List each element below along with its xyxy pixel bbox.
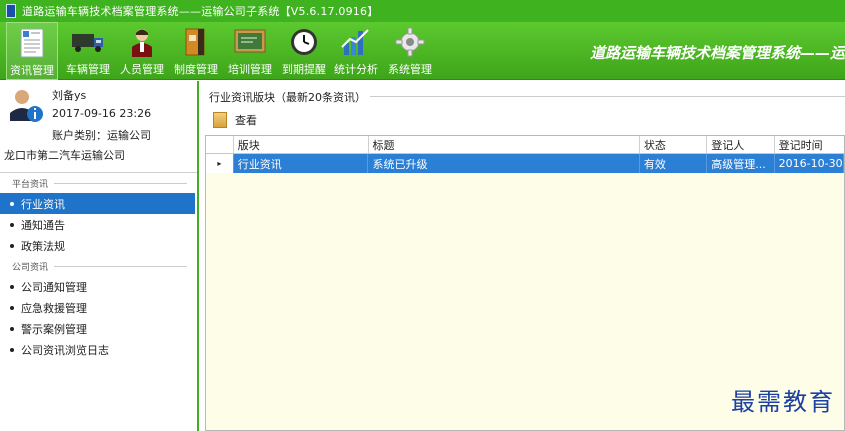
login-time: 2017-09-16 23:26 xyxy=(52,107,152,120)
toolbar-regulation-management[interactable]: 制度管理 xyxy=(170,22,222,80)
group-title: 行业资讯版块（最新20条资讯） xyxy=(209,89,370,105)
view-icon xyxy=(213,112,227,128)
toolbar-label: 系统管理 xyxy=(388,63,432,76)
title-bar: 道路运输车辆技术档案管理系统——运输公司子系统【V5.6.17.0916】 xyxy=(0,0,845,22)
toolbar-statistics[interactable]: 统计分析 xyxy=(330,22,382,80)
toolbar-label: 统计分析 xyxy=(334,63,378,76)
main-content: 行业资讯版块（最新20条资讯） 查看 版块 标题 状态 登记人 登记时间 ▸ 行… xyxy=(201,81,845,431)
bullet-icon xyxy=(10,201,14,206)
person-icon xyxy=(125,26,159,58)
bullet-icon xyxy=(10,243,14,248)
cell-time: 2016-10-30 xyxy=(775,154,845,173)
toolbar-personnel-management[interactable]: 人员管理 xyxy=(116,22,168,80)
nav-item-label: 警示案例管理 xyxy=(21,322,87,336)
row-indicator-header xyxy=(206,136,234,153)
toolbar-training-management[interactable]: 培训管理 xyxy=(224,22,276,80)
app-icon xyxy=(6,4,16,18)
cell-section: 行业资讯 xyxy=(234,154,369,173)
section-header-company: 公司资讯 xyxy=(0,256,197,276)
toolbar-label: 到期提醒 xyxy=(282,63,326,76)
blackboard-icon xyxy=(233,26,267,58)
main-toolbar: 资讯管理 车辆管理 人员管理 制度管理 培训管理 到期提醒 统计分析 系统管理 … xyxy=(0,22,845,80)
view-button-label: 查看 xyxy=(235,114,257,127)
group-divider xyxy=(331,96,845,97)
nav-item-notices[interactable]: 通知通告 xyxy=(0,214,197,235)
row-indicator-icon: ▸ xyxy=(206,154,234,173)
gear-icon xyxy=(393,26,427,58)
bullet-icon xyxy=(10,326,14,331)
nav-item-label: 行业资讯 xyxy=(21,197,65,211)
document-icon xyxy=(15,27,49,59)
nav-item-industry-news[interactable]: 行业资讯 xyxy=(0,193,195,214)
bullet-icon xyxy=(10,284,14,289)
column-header-time[interactable]: 登记时间 xyxy=(775,136,844,153)
bullet-icon xyxy=(10,347,14,352)
cell-title: 系统已升级 xyxy=(368,154,640,173)
left-panel: 刘备ys 2017-09-16 23:26 账户类别：运输公司 龙口市第二汽车运… xyxy=(0,81,199,431)
column-header-section[interactable]: 版块 xyxy=(234,136,369,153)
column-header-registrar[interactable]: 登记人 xyxy=(707,136,775,153)
nav-item-label: 应急救援管理 xyxy=(21,301,87,315)
nav-item-warning-cases[interactable]: 警示案例管理 xyxy=(0,318,197,339)
watermark: 最需教育 xyxy=(731,388,835,416)
toolbar-label: 车辆管理 xyxy=(66,63,110,76)
nav-item-label: 公司通知管理 xyxy=(21,280,87,294)
user-avatar-icon xyxy=(8,87,44,123)
truck-icon xyxy=(71,26,105,58)
toolbar-expiry-reminder[interactable]: 到期提醒 xyxy=(278,22,330,80)
window-title: 道路运输车辆技术档案管理系统——运输公司子系统【V5.6.17.0916】 xyxy=(22,5,379,18)
nav-item-browse-log[interactable]: 公司资讯浏览日志 xyxy=(0,339,197,360)
company-name: 龙口市第二汽车运输公司 xyxy=(4,149,125,162)
table-row[interactable]: ▸ 行业资讯 系统已升级 有效 高级管理... 2016-10-30 xyxy=(206,154,845,173)
section-header-platform: 平台资讯 xyxy=(0,173,197,193)
view-button[interactable]: 查看 xyxy=(213,109,257,131)
bullet-icon xyxy=(10,222,14,227)
toolbar-label: 资讯管理 xyxy=(10,64,54,77)
nav-item-label: 通知通告 xyxy=(21,218,65,232)
binder-icon xyxy=(179,26,213,58)
nav-item-policies[interactable]: 政策法规 xyxy=(0,235,197,256)
bullet-icon xyxy=(10,305,14,310)
toolbar-news-management[interactable]: 资讯管理 xyxy=(6,22,58,80)
toolbar-label: 培训管理 xyxy=(228,63,272,76)
column-header-title[interactable]: 标题 xyxy=(369,136,640,153)
grid-header: 版块 标题 状态 登记人 登记时间 xyxy=(206,136,844,154)
toolbar-system-management[interactable]: 系统管理 xyxy=(384,22,436,80)
brand-title: 道路运输车辆技术档案管理系统——运 xyxy=(589,44,845,62)
bar-chart-icon xyxy=(339,26,373,58)
toolbar-label: 人员管理 xyxy=(120,63,164,76)
nav-item-label: 公司资讯浏览日志 xyxy=(21,343,109,357)
toolbar-vehicle-management[interactable]: 车辆管理 xyxy=(62,22,114,80)
user-info: 刘备ys 2017-09-16 23:26 账户类别：运输公司 龙口市第二汽车运… xyxy=(0,81,197,173)
nav-item-label: 政策法规 xyxy=(21,239,65,253)
nav-item-emergency-rescue[interactable]: 应急救援管理 xyxy=(0,297,197,318)
user-name: 刘备ys xyxy=(52,89,87,102)
toolbar-label: 制度管理 xyxy=(174,63,218,76)
cell-status: 有效 xyxy=(640,154,708,173)
clock-icon xyxy=(287,26,321,58)
nav-item-company-notice[interactable]: 公司通知管理 xyxy=(0,276,197,297)
account-type: 账户类别：运输公司 xyxy=(52,129,151,142)
column-header-status[interactable]: 状态 xyxy=(640,136,708,153)
cell-registrar: 高级管理... xyxy=(707,154,775,173)
